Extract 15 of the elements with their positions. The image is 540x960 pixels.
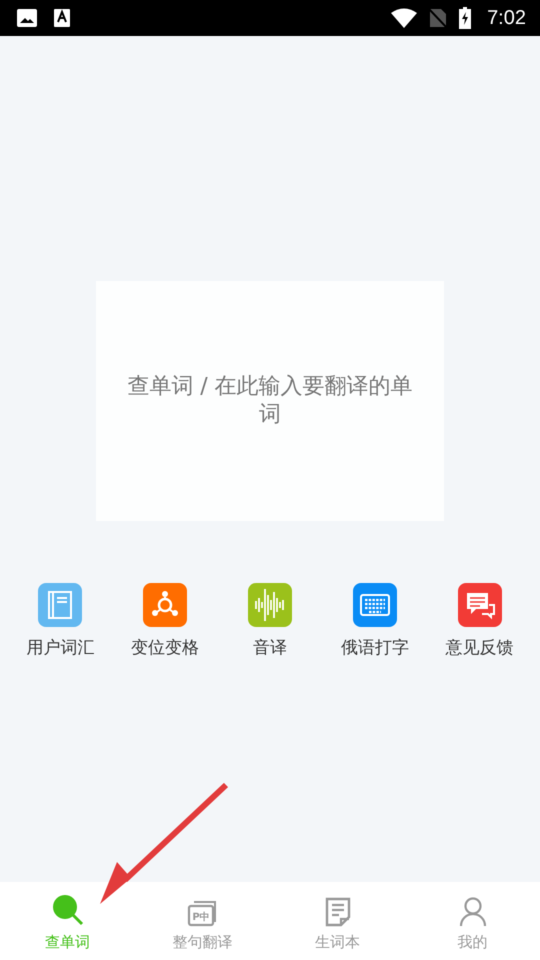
feature-button[interactable]: 意见反馈 bbox=[430, 583, 530, 659]
clock: 7:02 bbox=[487, 6, 526, 30]
feature-button[interactable]: 俄语打字 bbox=[324, 583, 425, 659]
battery-charging-icon bbox=[459, 7, 472, 29]
note-icon bbox=[324, 897, 350, 927]
feature-button[interactable]: 用户词汇 bbox=[10, 583, 110, 659]
search-field[interactable]: 查单词 / 在此输入要翻译的单词 bbox=[96, 281, 444, 521]
no-sim-icon bbox=[429, 8, 448, 28]
user-icon bbox=[458, 897, 486, 927]
search-icon bbox=[50, 893, 84, 927]
wifi-icon bbox=[391, 8, 418, 28]
image-icon bbox=[16, 8, 38, 28]
feature-button[interactable]: 音译 bbox=[220, 583, 320, 659]
feature-button[interactable]: 变位变格 bbox=[115, 583, 216, 659]
font-icon bbox=[54, 9, 70, 27]
